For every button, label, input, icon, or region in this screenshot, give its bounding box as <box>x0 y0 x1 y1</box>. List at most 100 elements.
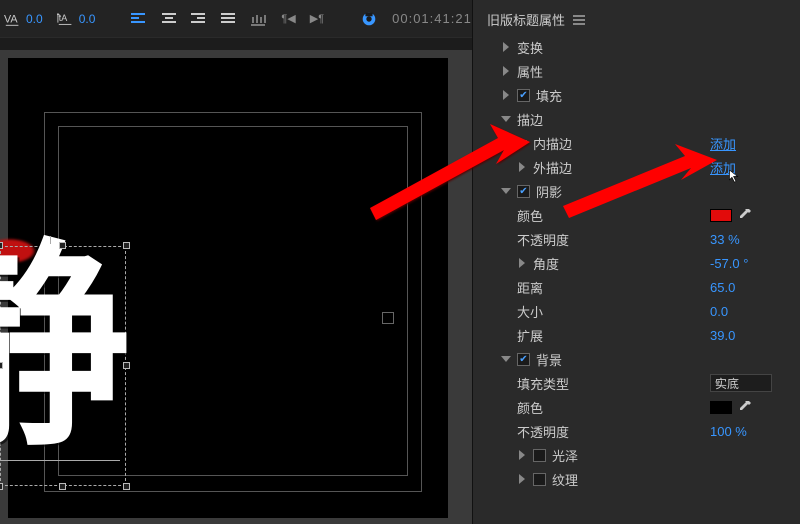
tab-stops-button[interactable] <box>251 10 267 28</box>
group-label: 阴影 <box>536 182 562 201</box>
attributes-group[interactable]: 属性 <box>473 59 800 83</box>
group-label: 变换 <box>517 38 543 57</box>
baseline-icon: tA <box>57 10 75 28</box>
distribute-button[interactable] <box>221 10 237 28</box>
panel-title-row: 旧版标题属性 <box>473 10 800 35</box>
texture-checkbox[interactable]: ✔ <box>533 473 546 486</box>
sheen-checkbox[interactable]: ✔ <box>533 449 546 462</box>
twirl-icon <box>501 42 511 52</box>
prop-label: 内描边 <box>533 134 572 153</box>
kerning-control[interactable]: VA 0.0 <box>4 10 43 28</box>
handle-tl[interactable] <box>0 242 3 249</box>
show-video-toggle[interactable] <box>360 10 378 28</box>
handle-tr[interactable] <box>123 242 130 249</box>
svg-text:VA: VA <box>4 13 18 25</box>
eye-clip-icon <box>360 10 378 28</box>
legacy-title-properties-panel: 旧版标题属性 变换 属性 ✔ 填充 描边 内描边 添加 外描边 添加 ✔ 阴影 颜色… <box>472 0 800 524</box>
shadow-opacity-row: 不透明度 33 % <box>473 227 800 251</box>
transform-group[interactable]: 变换 <box>473 35 800 59</box>
prop-label: 不透明度 <box>517 230 569 249</box>
panel-title: 旧版标题属性 <box>487 10 565 29</box>
texture-row[interactable]: ✔ 纹理 <box>473 467 800 491</box>
svg-text:tA: tA <box>58 12 67 22</box>
prop-label: 距离 <box>517 278 543 297</box>
twirl-icon <box>501 186 511 196</box>
twirl-icon <box>501 90 511 100</box>
twirl-icon <box>517 474 527 484</box>
show-para-right-button[interactable]: ▶¶ <box>310 10 324 28</box>
title-canvas[interactable]: 静 <box>0 50 472 524</box>
add-inner-stroke-link[interactable]: 添加 <box>710 134 800 153</box>
paragraph-icon: ▶¶ <box>310 12 324 25</box>
stroke-group[interactable]: 描边 <box>473 107 800 131</box>
background-checkbox[interactable]: ✔ <box>517 353 530 366</box>
align-center-button[interactable] <box>161 10 177 28</box>
distribute-icon <box>221 12 237 26</box>
baseline-value[interactable]: 0.0 <box>79 12 96 26</box>
baseline-tick <box>50 236 51 244</box>
shadow-angle-value[interactable]: -57.0 ° <box>710 256 800 271</box>
shadow-size-row: 大小 0.0 <box>473 299 800 323</box>
fill-checkbox[interactable]: ✔ <box>517 89 530 102</box>
twirl-icon <box>517 258 527 268</box>
handle-br[interactable] <box>123 483 130 490</box>
panel-menu-icon[interactable] <box>573 15 585 25</box>
align-left-button[interactable] <box>131 10 147 28</box>
shadow-distance-value[interactable]: 65.0 <box>710 280 800 295</box>
fill-group[interactable]: ✔ 填充 <box>473 83 800 107</box>
eyedropper-icon[interactable] <box>738 400 752 414</box>
shadow-group[interactable]: ✔ 阴影 <box>473 179 800 203</box>
kerning-value[interactable]: 0.0 <box>26 12 43 26</box>
group-label: 填充 <box>536 86 562 105</box>
shadow-spread-row: 扩展 39.0 <box>473 323 800 347</box>
shadow-color-row: 颜色 <box>473 203 800 227</box>
shadow-opacity-value[interactable]: 33 % <box>710 232 800 247</box>
shadow-color-swatch[interactable] <box>710 209 732 222</box>
paragraph-icon: ¶◀ <box>281 12 295 25</box>
fill-type-combo[interactable]: 实底▾ <box>710 374 772 392</box>
twirl-icon <box>517 162 527 172</box>
shadow-spread-value[interactable]: 39.0 <box>710 328 800 343</box>
handle-bl[interactable] <box>0 483 3 490</box>
bg-opacity-row: 不透明度 100 % <box>473 419 800 443</box>
tab-icon <box>251 12 267 26</box>
title-text: 静 <box>0 238 130 458</box>
shadow-angle-row: 角度 -57.0 ° <box>473 251 800 275</box>
twirl-icon <box>517 450 527 460</box>
twirl-icon <box>501 66 511 76</box>
outer-stroke-row: 外描边 添加 <box>473 155 800 179</box>
twirl-icon <box>517 138 527 148</box>
prop-label: 颜色 <box>517 398 543 417</box>
fill-type-row: 填充类型 实底▾ <box>473 371 800 395</box>
center-mark <box>382 312 394 324</box>
text-baseline <box>0 460 120 461</box>
group-label: 属性 <box>517 62 543 81</box>
shadow-size-value[interactable]: 0.0 <box>710 304 800 319</box>
show-para-left-button[interactable]: ¶◀ <box>281 10 295 28</box>
prop-label: 扩展 <box>517 326 543 345</box>
add-outer-stroke-link[interactable]: 添加 <box>710 158 800 177</box>
prop-label: 纹理 <box>552 470 578 489</box>
handle-bm[interactable] <box>59 483 66 490</box>
handle-tm[interactable] <box>59 242 66 249</box>
handle-mr[interactable] <box>123 362 130 369</box>
background-group[interactable]: ✔背景 <box>473 347 800 371</box>
inner-stroke-row: 内描边 添加 <box>473 131 800 155</box>
timecode[interactable]: 00:01:41:21 <box>392 11 472 26</box>
align-right-button[interactable] <box>191 10 207 28</box>
sheen-row[interactable]: ✔光泽 <box>473 443 800 467</box>
eyedropper-icon[interactable] <box>738 208 752 222</box>
align-left-icon <box>131 12 147 26</box>
baseline-control[interactable]: tA 0.0 <box>57 10 96 28</box>
text-item[interactable]: 静 <box>0 246 126 486</box>
prop-label: 颜色 <box>517 206 543 225</box>
twirl-icon <box>501 114 511 124</box>
kerning-icon: VA <box>4 10 22 28</box>
shadow-checkbox[interactable]: ✔ <box>517 185 530 198</box>
handle-ml[interactable] <box>0 362 3 369</box>
align-right-icon <box>191 12 207 26</box>
mouse-cursor-icon <box>728 170 744 183</box>
bg-color-swatch[interactable] <box>710 401 732 414</box>
prop-label: 角度 <box>533 254 559 273</box>
bg-opacity-value[interactable]: 100 % <box>710 424 800 439</box>
